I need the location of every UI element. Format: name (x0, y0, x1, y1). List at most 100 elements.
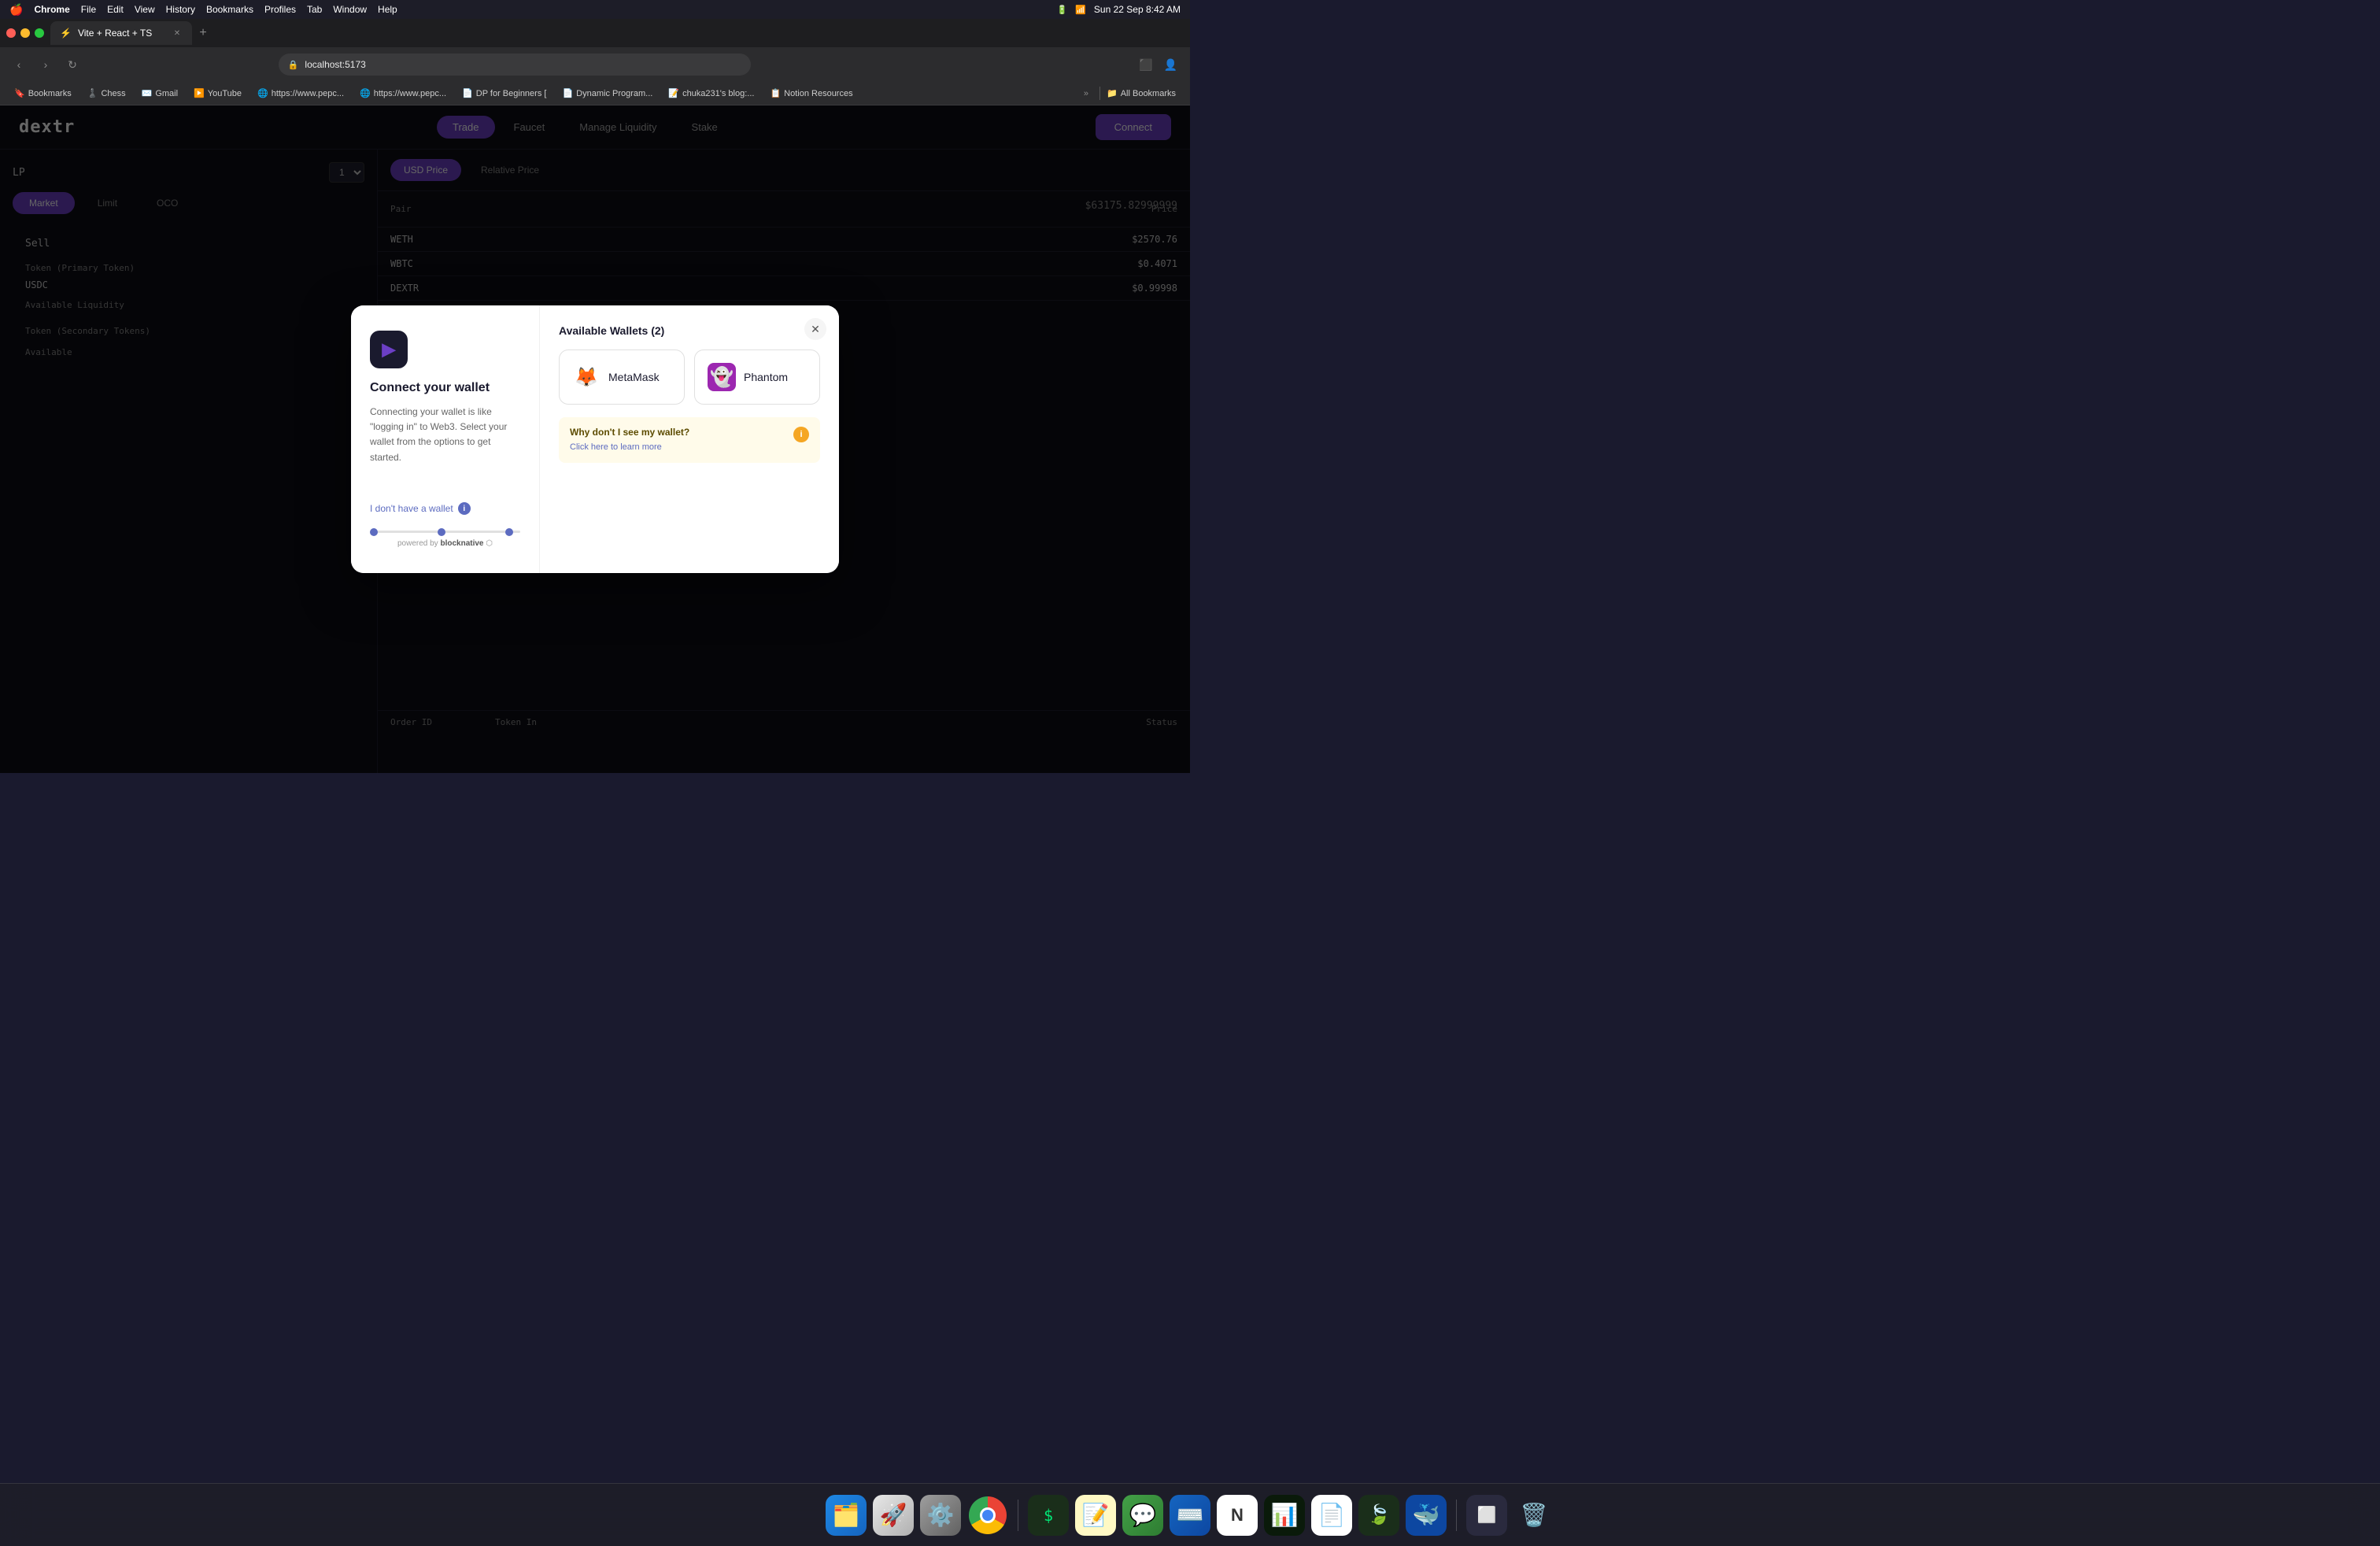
why-wallet-box: Why don't I see my wallet? Click here to… (559, 417, 820, 463)
bookmark-label: chuka231's blog:... (682, 89, 754, 98)
dock-vscode[interactable]: ⌨️ (1170, 1495, 1210, 1536)
menu-profiles[interactable]: Profiles (264, 4, 296, 15)
phantom-name: Phantom (744, 371, 788, 383)
dock-messages[interactable]: 💬 (1122, 1495, 1163, 1536)
menu-tab[interactable]: Tab (307, 4, 322, 15)
bookmark-pepc2[interactable]: 🌐 https://www.pepc... (353, 87, 453, 100)
menu-help[interactable]: Help (378, 4, 397, 15)
dock-activity[interactable]: 📊 (1264, 1495, 1305, 1536)
dock: 🗂️ 🚀 ⚙️ $ 📝 💬 ⌨️ N 📊 📄 🍃 🐳 ⬜ 🗑️ (0, 1483, 2380, 1546)
dock-textedit[interactable]: 📄 (1311, 1495, 1352, 1536)
no-wallet-link[interactable]: I don't have a wallet i (370, 502, 520, 515)
bookmark-label: DP for Beginners [ (476, 89, 547, 98)
menu-edit[interactable]: Edit (107, 4, 124, 15)
bookmark-gmail[interactable]: ✉️ Gmail (135, 87, 184, 100)
modal-connect-title: Connect your wallet (370, 381, 520, 395)
url-text: localhost:5173 (305, 59, 365, 70)
bookmark-dynamic[interactable]: 📄 Dynamic Program... (556, 87, 659, 100)
modal-overlay: ▶ Connect your wallet Connecting your wa… (0, 105, 1190, 773)
dock-system-settings[interactable]: ⚙️ (920, 1495, 961, 1536)
menu-file[interactable]: File (81, 4, 96, 15)
bookmark-youtube[interactable]: ▶️ YouTube (187, 87, 248, 100)
minimize-button[interactable] (20, 28, 30, 38)
dock-finder[interactable]: 🗂️ (826, 1495, 867, 1536)
refresh-button[interactable]: ↻ (63, 55, 82, 74)
all-bookmarks-label: All Bookmarks (1121, 89, 1176, 98)
chrome-window: ⚡ Vite + React + TS ✕ + ‹ › ↻ 🔒 localhos… (0, 19, 1190, 773)
apple-menu[interactable]: 🍎 (9, 3, 23, 17)
bookmark-label: Bookmarks (28, 89, 72, 98)
bookmark-label: https://www.pepc... (374, 89, 446, 98)
bookmark-chess[interactable]: ♟️ Chess (81, 87, 132, 100)
progress-dot-mid (438, 528, 445, 536)
dock-launchpad[interactable]: 🚀 (873, 1495, 914, 1536)
modal-logo-icon: ▶ (382, 339, 396, 360)
bookmarks-bar: 🔖 Bookmarks ♟️ Chess ✉️ Gmail ▶️ YouTube… (0, 82, 1190, 105)
tab-favicon: ⚡ (60, 28, 72, 39)
tab-bar: ⚡ Vite + React + TS ✕ + (0, 19, 1190, 47)
app-content: dextr Trade Faucet Manage Liquidity Stak… (0, 105, 1190, 773)
metamask-name: MetaMask (608, 371, 660, 383)
metamask-option[interactable]: 🦊 MetaMask (559, 350, 685, 405)
bookmark-label: Notion Resources (784, 89, 852, 98)
modal-close-button[interactable]: ✕ (804, 318, 826, 340)
info-icon: i (458, 502, 471, 515)
forward-button[interactable]: › (36, 55, 55, 74)
progress-dot-end (505, 528, 513, 536)
bookmarks-more-button[interactable]: » (1079, 87, 1093, 100)
dock-trash[interactable]: 🗑️ (1513, 1495, 1554, 1536)
bookmark-pepc1[interactable]: 🌐 https://www.pepc... (251, 87, 350, 100)
tab-title: Vite + React + TS (78, 28, 152, 39)
new-tab-button[interactable]: + (192, 22, 214, 44)
folder-icon: 📁 (1107, 88, 1118, 98)
address-input[interactable]: 🔒 localhost:5173 (279, 54, 751, 76)
profile-icon[interactable]: 👤 (1161, 55, 1181, 75)
menu-view[interactable]: View (135, 4, 155, 15)
why-wallet-text: Why don't I see my wallet? Click here to… (570, 427, 785, 453)
modal-logo: ▶ (370, 331, 408, 368)
menubar: 🍎 Chrome File Edit View History Bookmark… (0, 0, 1190, 19)
active-tab[interactable]: ⚡ Vite + React + TS ✕ (50, 21, 192, 45)
extensions-icon[interactable]: ⬛ (1136, 55, 1155, 75)
battery-icon: 🔋 (1057, 5, 1068, 15)
dock-window[interactable]: ⬜ (1466, 1495, 1507, 1536)
back-button[interactable]: ‹ (9, 55, 28, 74)
bookmark-label: Chess (101, 89, 125, 98)
no-wallet-text: I don't have a wallet (370, 503, 453, 514)
modal-progress: powered by blocknative ⬡ (370, 515, 520, 548)
maximize-button[interactable] (35, 28, 44, 38)
available-wallets-title: Available Wallets (2) (559, 324, 820, 337)
bookmark-label: Dynamic Program... (576, 89, 652, 98)
dock-iterm[interactable]: $ (1028, 1495, 1069, 1536)
bookmark-label: Gmail (155, 89, 178, 98)
blocknative-brand: blocknative (440, 539, 483, 548)
bookmark-notion[interactable]: 📋 Notion Resources (763, 87, 859, 100)
modal-left-panel: ▶ Connect your wallet Connecting your wa… (351, 305, 540, 573)
menu-chrome[interactable]: Chrome (34, 4, 69, 15)
menu-history[interactable]: History (166, 4, 195, 15)
address-right-icons: ⬛ 👤 (1136, 55, 1181, 75)
menu-bookmarks[interactable]: Bookmarks (206, 4, 253, 15)
close-button[interactable] (6, 28, 16, 38)
connect-wallet-modal: ▶ Connect your wallet Connecting your wa… (351, 305, 839, 573)
modal-description: Connecting your wallet is like "logging … (370, 405, 520, 486)
dock-notion[interactable]: N (1217, 1495, 1258, 1536)
why-wallet-link[interactable]: Click here to learn more (570, 442, 662, 452)
menu-window[interactable]: Window (333, 4, 367, 15)
bookmark-bookmarks[interactable]: 🔖 Bookmarks (8, 87, 78, 100)
bookmark-blog[interactable]: 📝 chuka231's blog:... (662, 87, 760, 100)
dock-notes[interactable]: 📝 (1075, 1495, 1116, 1536)
phantom-option[interactable]: 👻 Phantom (694, 350, 820, 405)
dock-mongodb[interactable]: 🍃 (1358, 1495, 1399, 1536)
address-bar: ‹ › ↻ 🔒 localhost:5173 ⬛ 👤 (0, 47, 1190, 82)
tab-close-button[interactable]: ✕ (172, 28, 183, 39)
dock-chrome[interactable] (967, 1495, 1008, 1536)
wifi-icon: 📶 (1075, 5, 1086, 15)
menubar-right: 🔋 📶 Sun 22 Sep 8:42 AM (1057, 4, 1181, 15)
dock-docker[interactable]: 🐳 (1406, 1495, 1447, 1536)
metamask-icon: 🦊 (572, 363, 601, 391)
bookmark-dp[interactable]: 📄 DP for Beginners [ (456, 87, 552, 100)
bookmark-label: https://www.pepc... (272, 89, 344, 98)
all-bookmarks-button[interactable]: 📁 All Bookmarks (1099, 87, 1182, 100)
bookmark-label: YouTube (208, 89, 242, 98)
